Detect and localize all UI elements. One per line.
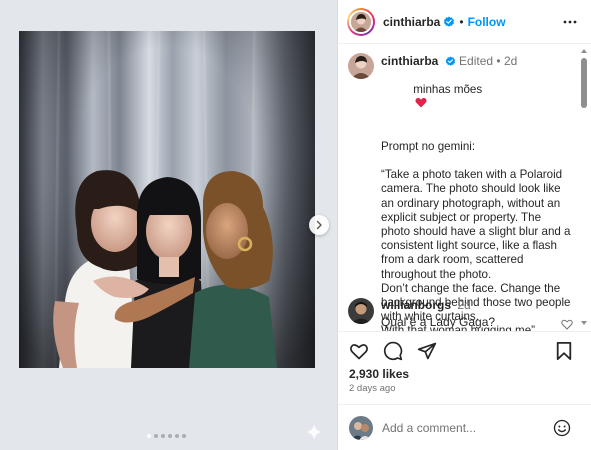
heart-icon[interactable] <box>349 341 369 361</box>
caption-age: 2d <box>503 54 518 68</box>
carousel-dot <box>154 434 158 438</box>
current-user-avatar <box>349 416 373 440</box>
follow-button[interactable]: Follow <box>468 15 506 29</box>
post-photo[interactable] <box>19 31 315 368</box>
caption-dot: • <box>496 54 501 68</box>
emoji-icon[interactable] <box>553 419 571 437</box>
post-actions <box>349 341 437 361</box>
chevron-right-icon <box>316 220 322 230</box>
carousel-dot <box>161 434 165 438</box>
carousel-dot <box>182 434 186 438</box>
carousel-indicator <box>147 434 186 438</box>
scrollbar-thumb[interactable] <box>581 58 587 108</box>
comment-icon[interactable] <box>383 341 403 361</box>
sparkle-icon <box>306 424 322 440</box>
carousel-dot <box>147 434 151 438</box>
red-heart-emoji-icon <box>415 98 427 108</box>
comment-input[interactable] <box>382 421 542 435</box>
post-timestamp[interactable]: 2 days ago <box>349 383 395 394</box>
share-icon[interactable] <box>417 341 437 361</box>
likes-count[interactable]: 2,930 likes <box>349 367 409 381</box>
scroll-up-icon[interactable] <box>580 48 588 54</box>
add-comment-bar <box>338 404 591 450</box>
commenter-username[interactable]: willianborgs <box>381 298 451 312</box>
comments-section: cinthiarba Edited • 2d minhas mões Promp… <box>338 45 591 331</box>
media-pane <box>0 0 337 450</box>
caption-text: minhas mões <box>413 83 483 97</box>
carousel-dot <box>168 434 172 438</box>
caption-avatar[interactable] <box>348 53 374 79</box>
comment-item: willianborgs 2d Qual é a Lady Gaga? <box>348 298 573 330</box>
post-sidebar: cinthiarba • Follow cinthiarba Edited • … <box>338 0 591 450</box>
author-username[interactable]: cinthiarba <box>383 15 440 29</box>
next-slide-button[interactable] <box>309 215 329 235</box>
header-separator: • <box>459 14 464 29</box>
comment-age: 2d <box>457 298 471 312</box>
post-header: cinthiarba • Follow <box>338 0 591 44</box>
more-options-icon[interactable] <box>563 15 577 29</box>
comment-text: Qual é a Lady Gaga? <box>381 315 496 329</box>
commenter-avatar[interactable] <box>348 298 374 324</box>
caption-username[interactable]: cinthiarba <box>381 54 438 68</box>
carousel-dot <box>175 434 179 438</box>
edited-label: Edited <box>459 54 494 68</box>
verified-badge-icon <box>445 56 455 66</box>
comment-like-icon[interactable] <box>561 319 573 330</box>
author-avatar[interactable] <box>347 7 375 36</box>
scroll-down-icon[interactable] <box>580 320 588 326</box>
verified-badge-icon <box>444 16 455 27</box>
caption: cinthiarba Edited • 2d minhas mões Promp… <box>348 53 571 331</box>
bookmark-icon[interactable] <box>555 341 573 361</box>
actions-divider <box>338 331 591 332</box>
